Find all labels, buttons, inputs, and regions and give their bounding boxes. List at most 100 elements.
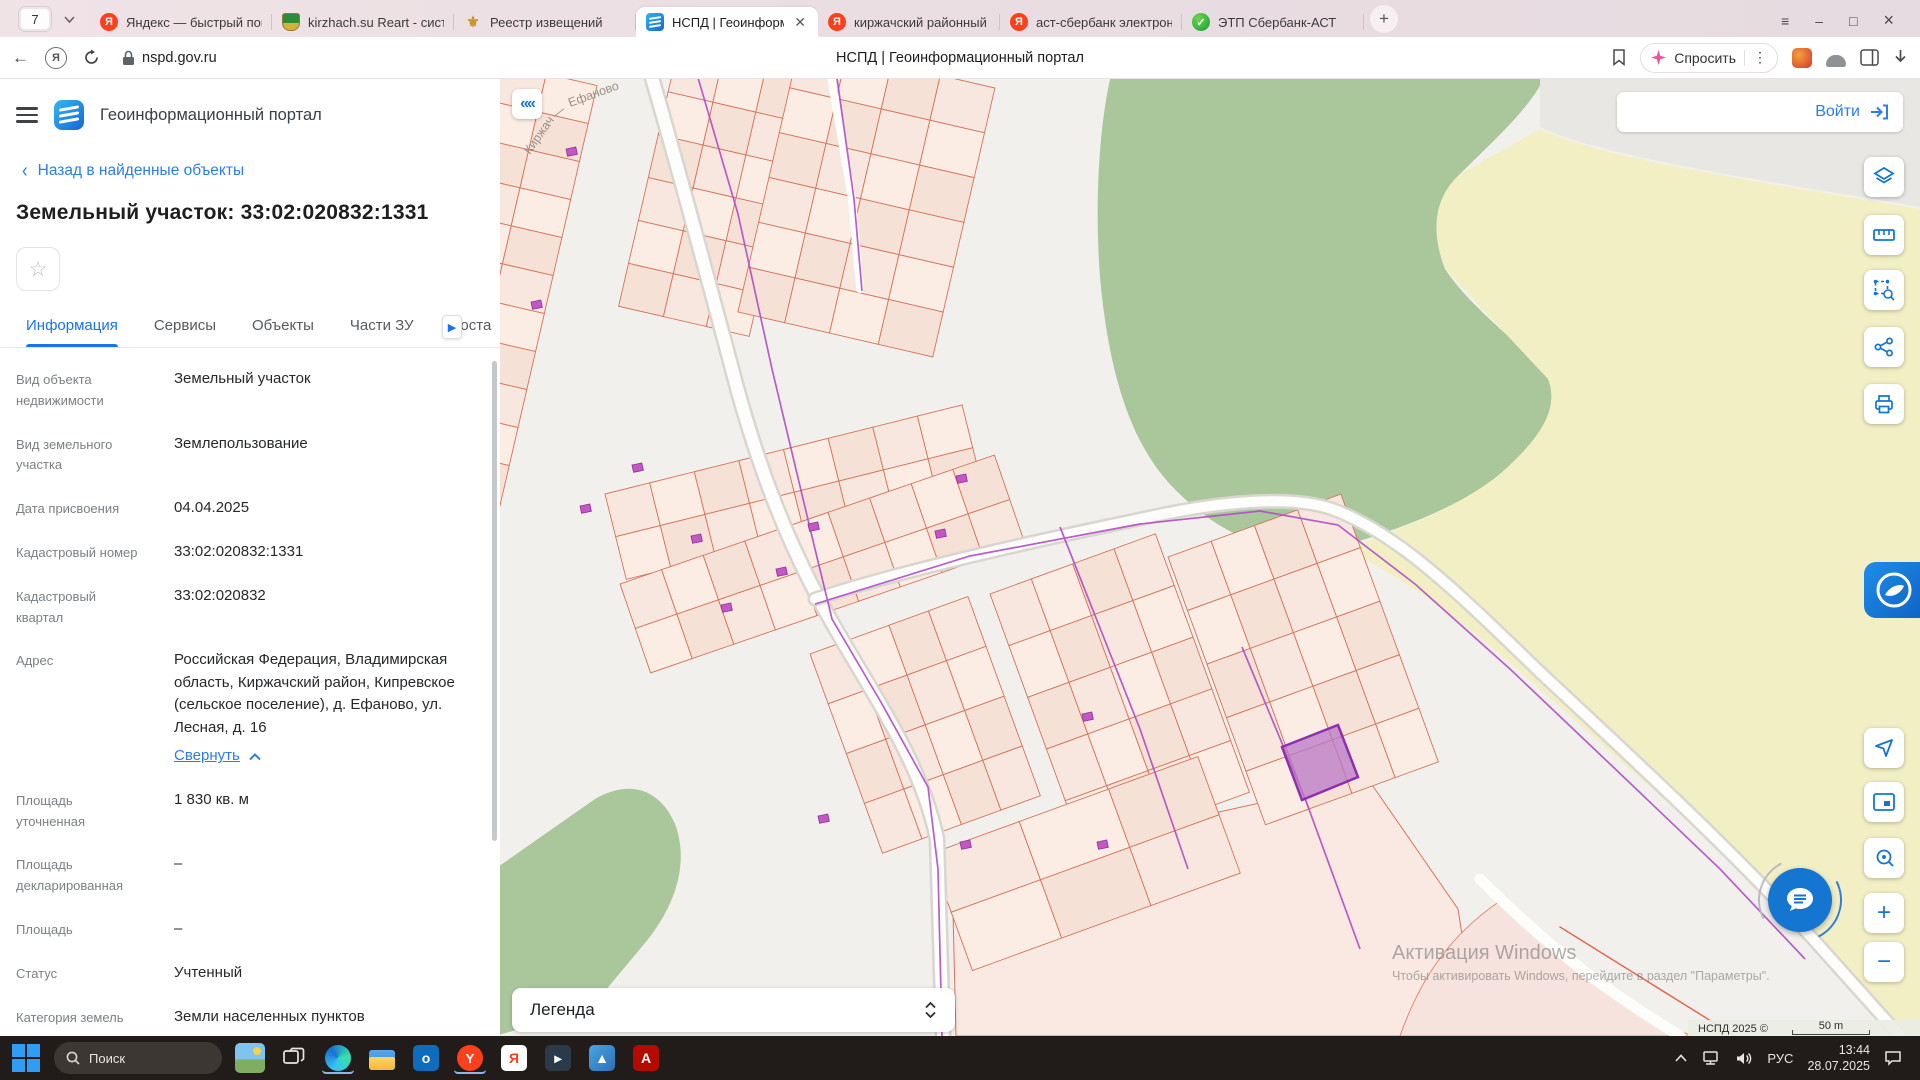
- photos-icon: ▲: [589, 1045, 615, 1071]
- chat-button[interactable]: [1768, 868, 1832, 932]
- tab-counter[interactable]: 7: [18, 6, 52, 32]
- collapse-panel-button[interactable]: ««: [512, 89, 542, 119]
- edge-taskbar-icon[interactable]: [322, 1042, 354, 1074]
- start-button[interactable]: [10, 1042, 42, 1074]
- share-button[interactable]: [1864, 327, 1904, 367]
- tabs-menu-icon[interactable]: ≡: [1781, 13, 1789, 29]
- chat-bubble-icon: [1785, 886, 1815, 914]
- overview-map-button[interactable]: [1864, 782, 1904, 822]
- yandex-browser-taskbar-icon[interactable]: Y: [454, 1042, 486, 1074]
- nspd-logo: [54, 100, 84, 130]
- tab-nspd-active[interactable]: НСПД | Геоинформаци ✕: [636, 7, 818, 37]
- print-icon: [1874, 394, 1894, 414]
- minimize-icon[interactable]: –: [1815, 13, 1823, 29]
- acrobat-taskbar-icon[interactable]: A: [630, 1042, 662, 1074]
- extension-icon[interactable]: [1792, 48, 1812, 68]
- panel-scrollbar[interactable]: [492, 361, 497, 841]
- widgets-button[interactable]: [234, 1042, 266, 1074]
- locate-button[interactable]: [1864, 728, 1904, 768]
- field-row: Дата присвоения 04.04.2025: [16, 497, 480, 520]
- area-select-button[interactable]: [1864, 270, 1904, 310]
- tab-yandex-search[interactable]: Я Яндекс — быстрый поиск: [90, 7, 272, 37]
- chat-widget[interactable]: [1758, 858, 1842, 942]
- tab-close-icon[interactable]: ✕: [792, 14, 808, 31]
- task-view-button[interactable]: [278, 1042, 310, 1074]
- tab-ast-sberbank[interactable]: Я аст-сбербанк электронна: [1000, 7, 1182, 37]
- tabs-scroll-right-button[interactable]: ▶: [442, 315, 462, 339]
- support-widget[interactable]: [1864, 562, 1920, 618]
- extension-icon[interactable]: [1826, 55, 1846, 67]
- more-menu-icon[interactable]: ⋮: [1753, 49, 1767, 66]
- favorite-star-button[interactable]: ☆: [16, 247, 60, 291]
- tab-parts[interactable]: Части ЗУ: [350, 317, 414, 347]
- tray-chevron-icon[interactable]: [1675, 1054, 1687, 1062]
- taskbar-search[interactable]: Поиск: [54, 1042, 222, 1074]
- tab-kirzhach[interactable]: kirzhach.su Reart - систем: [272, 7, 454, 37]
- windows-taskbar: Поиск o Y Я ▸ ▲ A РУС 13:44 28.07.2025: [0, 1036, 1920, 1080]
- back-icon[interactable]: ←: [12, 48, 29, 68]
- login-button[interactable]: Войти: [1617, 92, 1903, 132]
- volume-icon[interactable]: [1735, 1051, 1753, 1066]
- dark-app-taskbar-icon[interactable]: ▸: [542, 1042, 574, 1074]
- print-button[interactable]: [1864, 384, 1904, 424]
- parcel-title: Земельный участок: 33:02:020832:1331: [16, 201, 480, 225]
- tab-registry[interactable]: ⚜ Реестр извещений: [454, 7, 636, 37]
- app-icon: ▸: [545, 1045, 571, 1071]
- task-view-icon: [282, 1046, 306, 1070]
- tab-court[interactable]: Я киржачский районный су: [818, 7, 1000, 37]
- tab-list-chevron-icon[interactable]: [56, 6, 82, 32]
- building: [566, 147, 577, 156]
- url-box[interactable]: nspd.gov.ru: [122, 50, 217, 66]
- ruler-icon: [1873, 228, 1895, 242]
- side-panel-icon[interactable]: [1860, 49, 1879, 66]
- building: [632, 463, 643, 472]
- refresh-icon[interactable]: [83, 49, 100, 66]
- info-panel: Геоинформационный портал ‹ Назад в найде…: [0, 79, 500, 1036]
- ruler-button[interactable]: [1864, 215, 1904, 255]
- navigator-icon: [1874, 738, 1894, 758]
- tab-etp-sberbank[interactable]: ✓ ЭТП Сбербанк-АСТ: [1182, 7, 1364, 37]
- yandex-app-taskbar-icon[interactable]: Я: [498, 1042, 530, 1074]
- legend-bar[interactable]: Легенда: [512, 988, 955, 1032]
- edge-icon: [325, 1045, 351, 1071]
- file-explorer-taskbar-icon[interactable]: [366, 1042, 398, 1074]
- zoom-out-button[interactable]: −: [1864, 942, 1904, 982]
- collapse-address-link[interactable]: Свернуть: [174, 745, 480, 768]
- building: [531, 300, 542, 309]
- building: [956, 474, 967, 483]
- clock[interactable]: 13:44 28.07.2025: [1807, 1042, 1870, 1075]
- tab-objects[interactable]: Объекты: [252, 317, 314, 347]
- photos-taskbar-icon[interactable]: ▲: [586, 1042, 618, 1074]
- outlook-taskbar-icon[interactable]: o: [410, 1042, 442, 1074]
- download-icon[interactable]: [1893, 49, 1908, 66]
- building: [818, 814, 829, 823]
- building: [960, 840, 971, 849]
- close-icon[interactable]: ×: [1883, 10, 1894, 31]
- yandex-favicon: Я: [828, 13, 846, 31]
- area-select-icon: [1873, 279, 1895, 301]
- building: [1082, 712, 1093, 721]
- ask-button[interactable]: Спросить ⋮: [1640, 43, 1778, 73]
- zoom-in-button[interactable]: +: [1864, 893, 1904, 933]
- bookmark-icon[interactable]: [1612, 49, 1626, 66]
- maximize-icon[interactable]: □: [1849, 13, 1857, 29]
- menu-icon[interactable]: [16, 107, 38, 122]
- network-icon[interactable]: [1701, 1050, 1721, 1066]
- field-row-address: Адрес Российская Федерация, Владимирская…: [16, 649, 480, 768]
- language-indicator[interactable]: РУС: [1767, 1051, 1793, 1066]
- tab-services[interactable]: Сервисы: [154, 317, 216, 347]
- notifications-icon[interactable]: [1884, 1050, 1902, 1066]
- field-row: Вид объекта недвижимости Земельный участ…: [16, 368, 480, 412]
- map-canvas[interactable]: Киржач — Ефаново «« Войти: [500, 79, 1920, 1036]
- building: [721, 603, 732, 612]
- share-icon: [1874, 337, 1894, 357]
- tab-information[interactable]: Информация: [26, 317, 118, 347]
- chevron-up-icon: [249, 753, 261, 761]
- widgets-weather-icon: [235, 1043, 265, 1073]
- search-area-button[interactable]: [1864, 838, 1904, 878]
- yandex-home-icon[interactable]: Я: [45, 47, 67, 69]
- back-to-results-link[interactable]: ‹ Назад в найденные объекты: [22, 161, 480, 181]
- portal-title: Геоинформационный портал: [100, 106, 322, 125]
- new-tab-button[interactable]: +: [1370, 5, 1398, 33]
- layers-button[interactable]: [1864, 157, 1904, 197]
